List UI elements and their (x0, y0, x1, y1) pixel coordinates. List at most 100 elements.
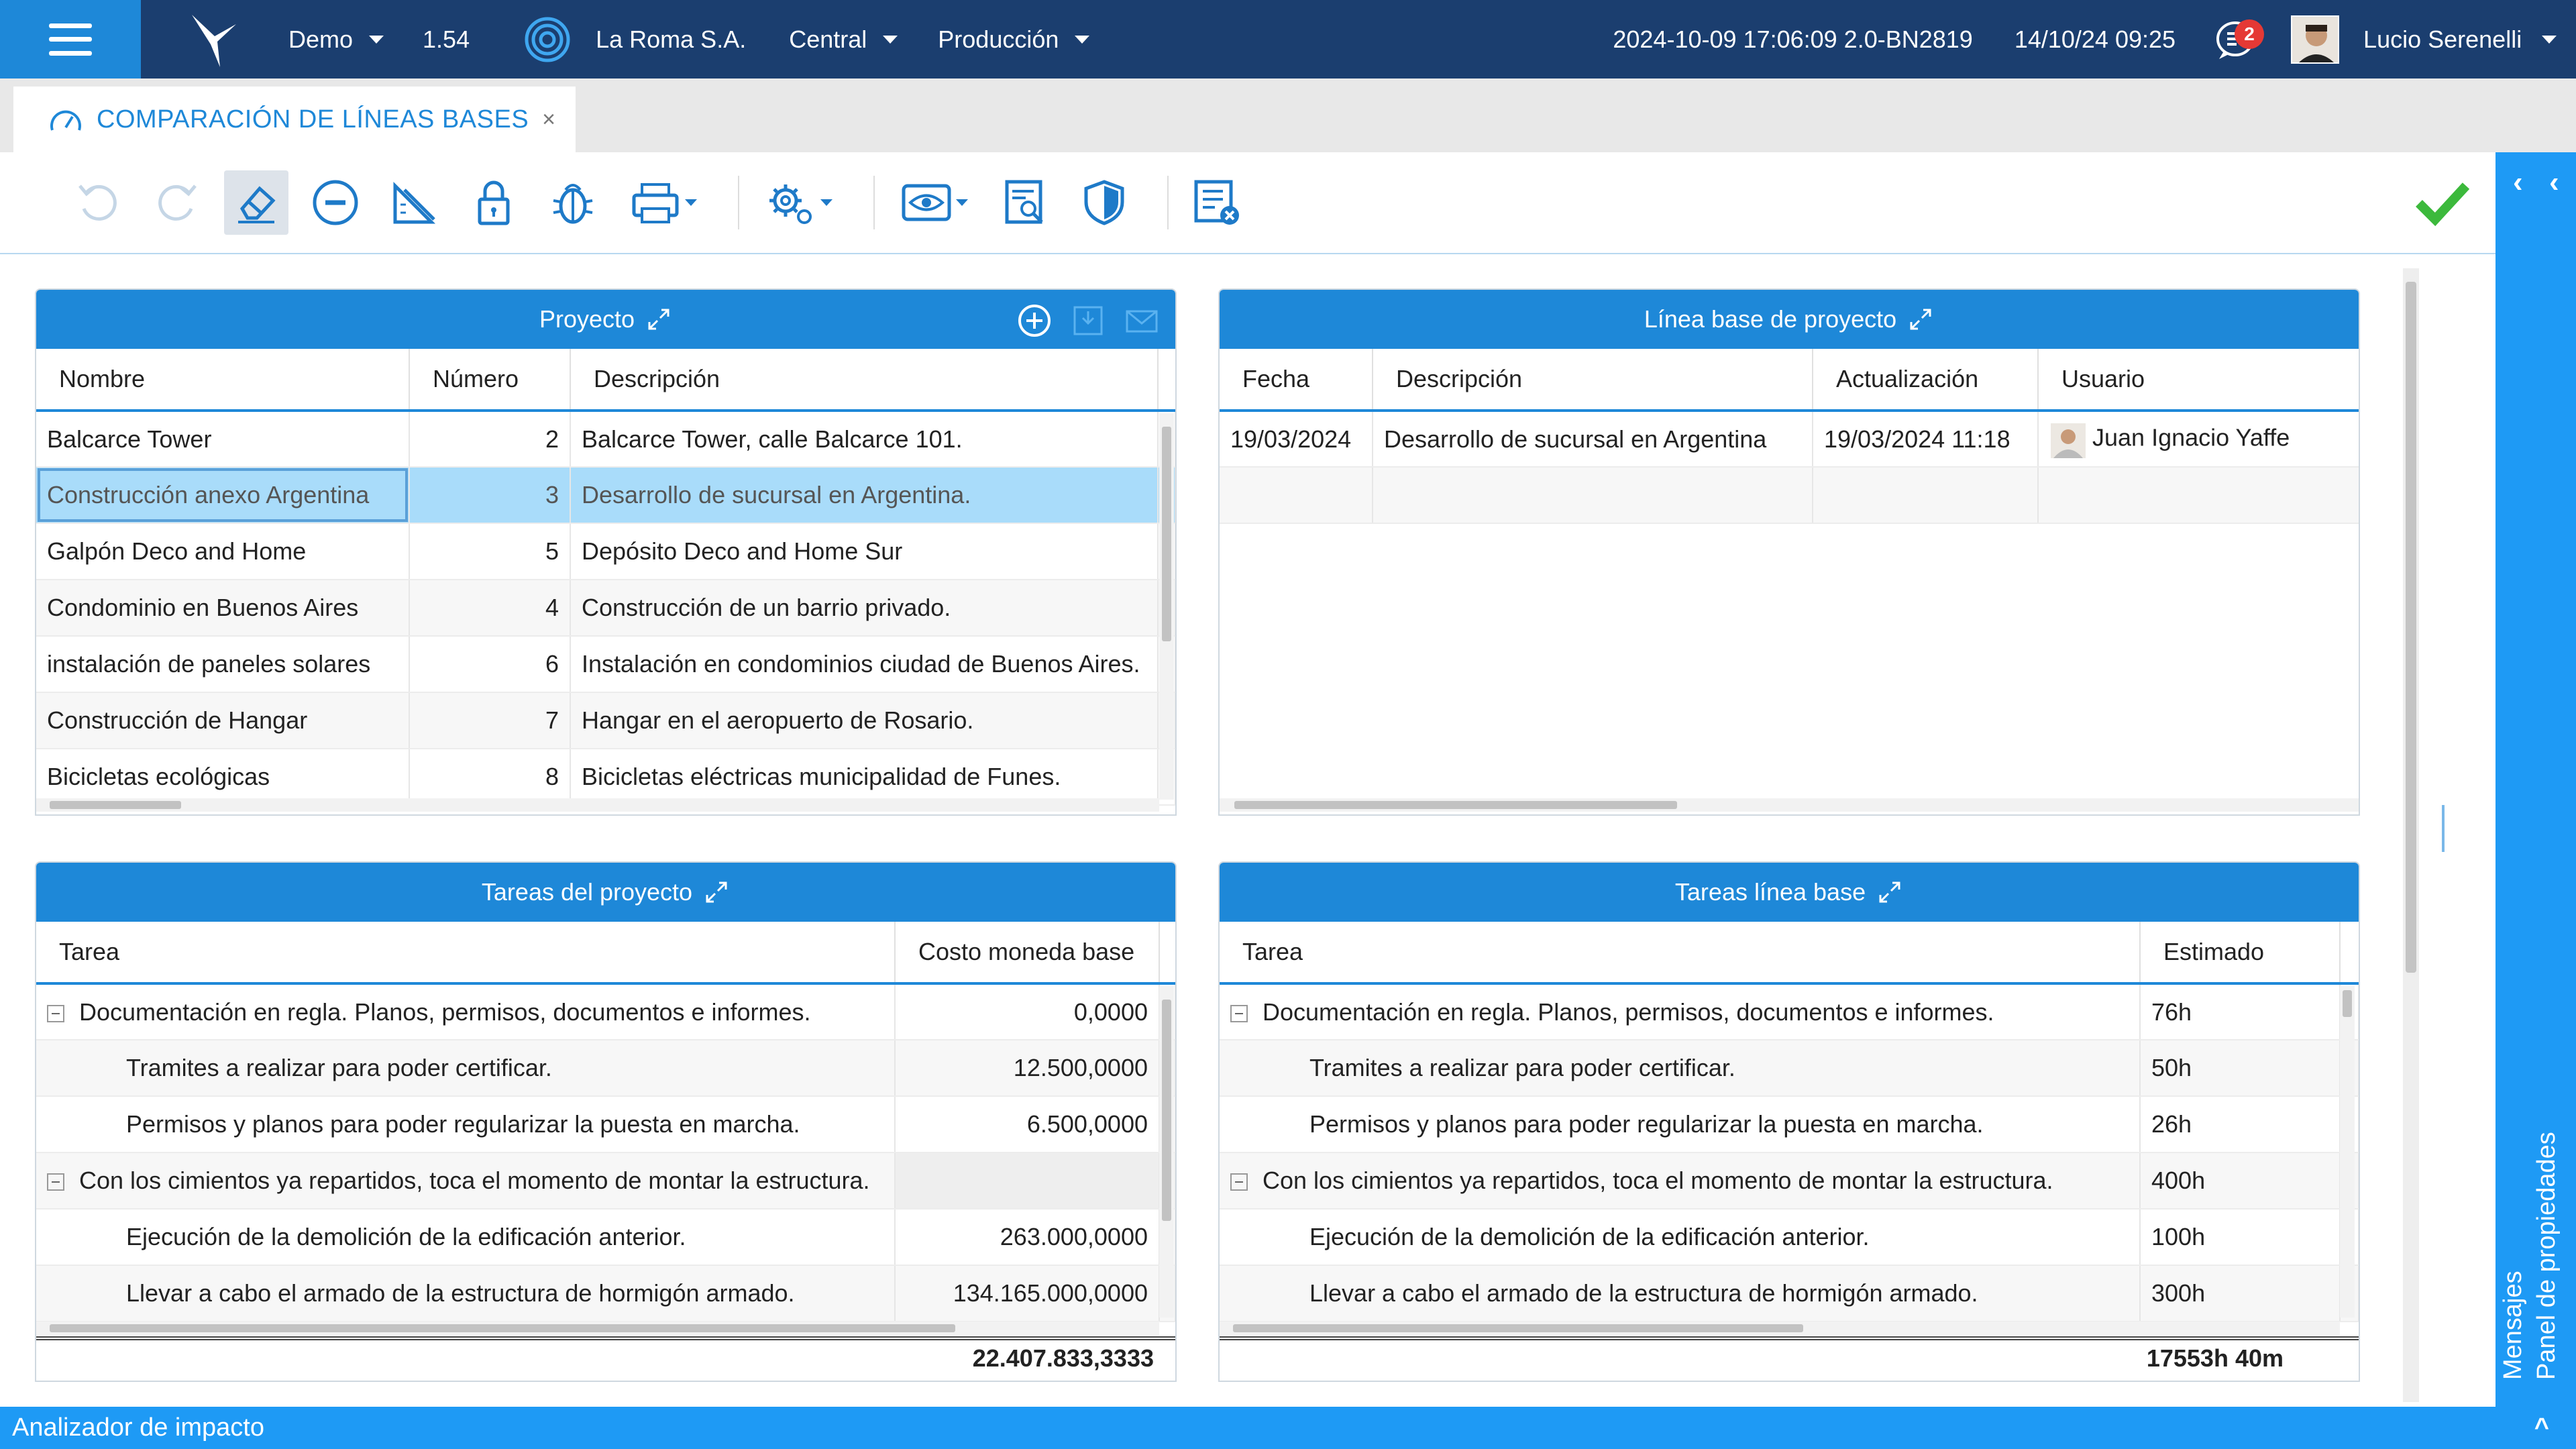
messages-tab[interactable]: Mensajes (2499, 1271, 2528, 1380)
table-row-selected[interactable]: Construcción anexo Argentina 3 Desarrollo … (36, 467, 1175, 524)
tree-row[interactable]: Con los cimientos ya repartidos, toca el… (1220, 1152, 2359, 1210)
tree-row[interactable]: Permisos y planos para poder regularizar… (36, 1096, 1175, 1153)
add-circle-icon[interactable] (1017, 303, 1052, 338)
impact-analyzer-bar[interactable]: Analizador de impacto ^ (0, 1407, 2576, 1449)
cell-tarea: Ejecución de la demolición de la edifica… (1220, 1209, 2141, 1266)
vertical-scrollbar[interactable] (2340, 986, 2355, 1318)
collapse-icon[interactable] (47, 1004, 64, 1022)
total-row: 17553h 40m (1220, 1336, 2359, 1377)
table-row[interactable]: instalación de paneles solares 6 Instalaci… (36, 636, 1175, 693)
expand-icon[interactable] (703, 879, 730, 906)
chevron-left-icon[interactable]: ‹ (2513, 166, 2523, 199)
chevron-down-icon[interactable] (2542, 35, 2557, 44)
scroll-thumb[interactable] (2343, 990, 2352, 1017)
debug-button[interactable] (541, 170, 605, 235)
col-actualizacion[interactable]: Actualización (1813, 349, 2039, 412)
undo-button[interactable] (66, 170, 130, 235)
stage-selector[interactable]: Producción (938, 25, 1090, 54)
tab-comparacion[interactable]: COMPARACIÓN DE LÍNEAS BASES × (13, 87, 576, 152)
confirm-button[interactable] (2415, 178, 2470, 233)
col-tarea[interactable]: Tarea (1220, 922, 2141, 985)
col-numero[interactable]: Número (409, 349, 571, 412)
scroll-thumb[interactable] (1162, 427, 1171, 641)
scroll-thumb[interactable] (1233, 1324, 1803, 1332)
collapse-icon[interactable] (47, 1173, 64, 1191)
main-menu-button[interactable] (0, 0, 141, 78)
col-fecha[interactable]: Fecha (1220, 349, 1373, 412)
tree-row[interactable]: Llevar a cabo el armado de la estructura… (36, 1265, 1175, 1322)
horizontal-scrollbar[interactable] (1220, 798, 2359, 812)
table-row[interactable]: Construcción de Hangar 7 Hangar en el aero… (36, 692, 1175, 749)
table-row[interactable]: Balcarce Tower 2 Balcarce Tower, calle Bal… (36, 411, 1175, 468)
col-estimado[interactable]: Estimado (2140, 922, 2341, 985)
notifications-button[interactable]: 2 (2210, 13, 2265, 66)
tree-row[interactable]: Llevar a cabo el armado de la estructura… (1220, 1265, 2359, 1322)
user-name[interactable]: Lucio Serenelli (2363, 25, 2522, 54)
cell-nombre: Galpón Deco and Home (36, 523, 410, 580)
scroll-thumb[interactable] (2406, 282, 2416, 973)
table-row[interactable]: Condominio en Buenos Aires 4 Construcción … (36, 580, 1175, 637)
redo-button[interactable] (145, 170, 209, 235)
table-row[interactable]: Bicicletas ecológicas 8 Bicicletas eléctri… (36, 749, 1175, 806)
tree-row[interactable]: Con los cimientos ya repartidos, toca el… (36, 1152, 1175, 1210)
scroll-thumb[interactable] (50, 1324, 955, 1332)
properties-panel-tab[interactable]: Panel de propiedades (2532, 1132, 2561, 1380)
main-scrollbar[interactable] (2403, 268, 2419, 1402)
expand-icon[interactable] (1907, 306, 1934, 333)
splitter-handle[interactable] (2442, 805, 2445, 852)
settings-button[interactable] (755, 170, 843, 235)
tarea-label: Documentación en regla. Planos, permisos… (79, 998, 811, 1026)
tree-row[interactable]: Ejecución de la demolición de la edifica… (36, 1209, 1175, 1266)
tree-row[interactable]: Ejecución de la demolición de la edifica… (1220, 1209, 2359, 1266)
horizontal-scrollbar[interactable] (36, 1322, 1159, 1335)
download-icon[interactable] (1071, 303, 1106, 338)
tree-row[interactable]: Permisos y planos para poder regularizar… (1220, 1096, 2359, 1153)
eraser-button[interactable] (224, 170, 288, 235)
tree-row[interactable]: Documentación en regla. Planos, permisos… (1220, 983, 2359, 1040)
company-name[interactable]: La Roma S.A. (596, 25, 746, 54)
collapse-icon[interactable] (1230, 1004, 1248, 1022)
expand-icon[interactable] (645, 306, 672, 333)
cell-descripcion: Bicicletas eléctricas municipalidad de F… (570, 749, 1159, 806)
chevron-left-icon[interactable]: ‹ (2549, 166, 2559, 199)
horizontal-scrollbar[interactable] (1220, 1322, 2340, 1335)
list-cancel-button[interactable] (1185, 170, 1249, 235)
close-icon[interactable]: × (542, 107, 555, 133)
vertical-scrollbar[interactable] (1159, 413, 1174, 800)
security-button[interactable] (1072, 170, 1136, 235)
col-costo[interactable]: Costo moneda base (895, 922, 1160, 985)
table-row[interactable]: Galpón Deco and Home 5 Depósito Deco and H… (36, 523, 1175, 580)
tree-row[interactable]: Tramites a realizar para poder certifica… (36, 1040, 1175, 1097)
report-search-button[interactable] (993, 170, 1057, 235)
vertical-scrollbar[interactable] (1159, 986, 1174, 1318)
table-row[interactable]: 19/03/2024 Desarrollo de sucursal en Arg… (1220, 411, 2359, 468)
col-tarea[interactable]: Tarea (36, 922, 896, 985)
horizontal-scrollbar[interactable] (36, 798, 1159, 812)
view-button[interactable] (891, 170, 978, 235)
lock-button[interactable] (462, 170, 526, 235)
chevron-up-icon[interactable]: ^ (2534, 1413, 2549, 1442)
col-descripcion[interactable]: Descripción (1373, 349, 1813, 412)
tree-row[interactable]: Tramites a realizar para poder certifica… (1220, 1040, 2359, 1097)
list-cancel-icon (1194, 180, 1239, 225)
branch-selector[interactable]: Central (789, 25, 898, 54)
mail-icon[interactable] (1124, 303, 1159, 338)
col-usuario[interactable]: Usuario (2038, 349, 2359, 412)
scroll-thumb[interactable] (50, 801, 181, 809)
collapse-icon[interactable] (1230, 1173, 1248, 1191)
app-logo[interactable] (174, 0, 255, 78)
env-selector[interactable]: Demo (288, 25, 384, 54)
print-button[interactable] (620, 170, 707, 235)
expand-icon[interactable] (1876, 879, 1903, 906)
tree-row[interactable]: Documentación en regla. Planos, permisos… (36, 983, 1175, 1040)
cell-estimado: 400h (2140, 1152, 2341, 1210)
tareas-proyecto-header: Tareas del proyecto (36, 863, 1175, 922)
scroll-thumb[interactable] (1162, 1000, 1171, 1221)
col-nombre[interactable]: Nombre (36, 349, 410, 412)
scroll-thumb[interactable] (1234, 801, 1677, 809)
right-side-panel[interactable]: ‹ ‹ Panel de propiedades Mensajes (2496, 152, 2576, 1407)
col-descripcion[interactable]: Descripción (570, 349, 1159, 412)
measure-button[interactable] (382, 170, 447, 235)
remove-button[interactable] (303, 170, 368, 235)
user-avatar[interactable] (2291, 15, 2340, 64)
